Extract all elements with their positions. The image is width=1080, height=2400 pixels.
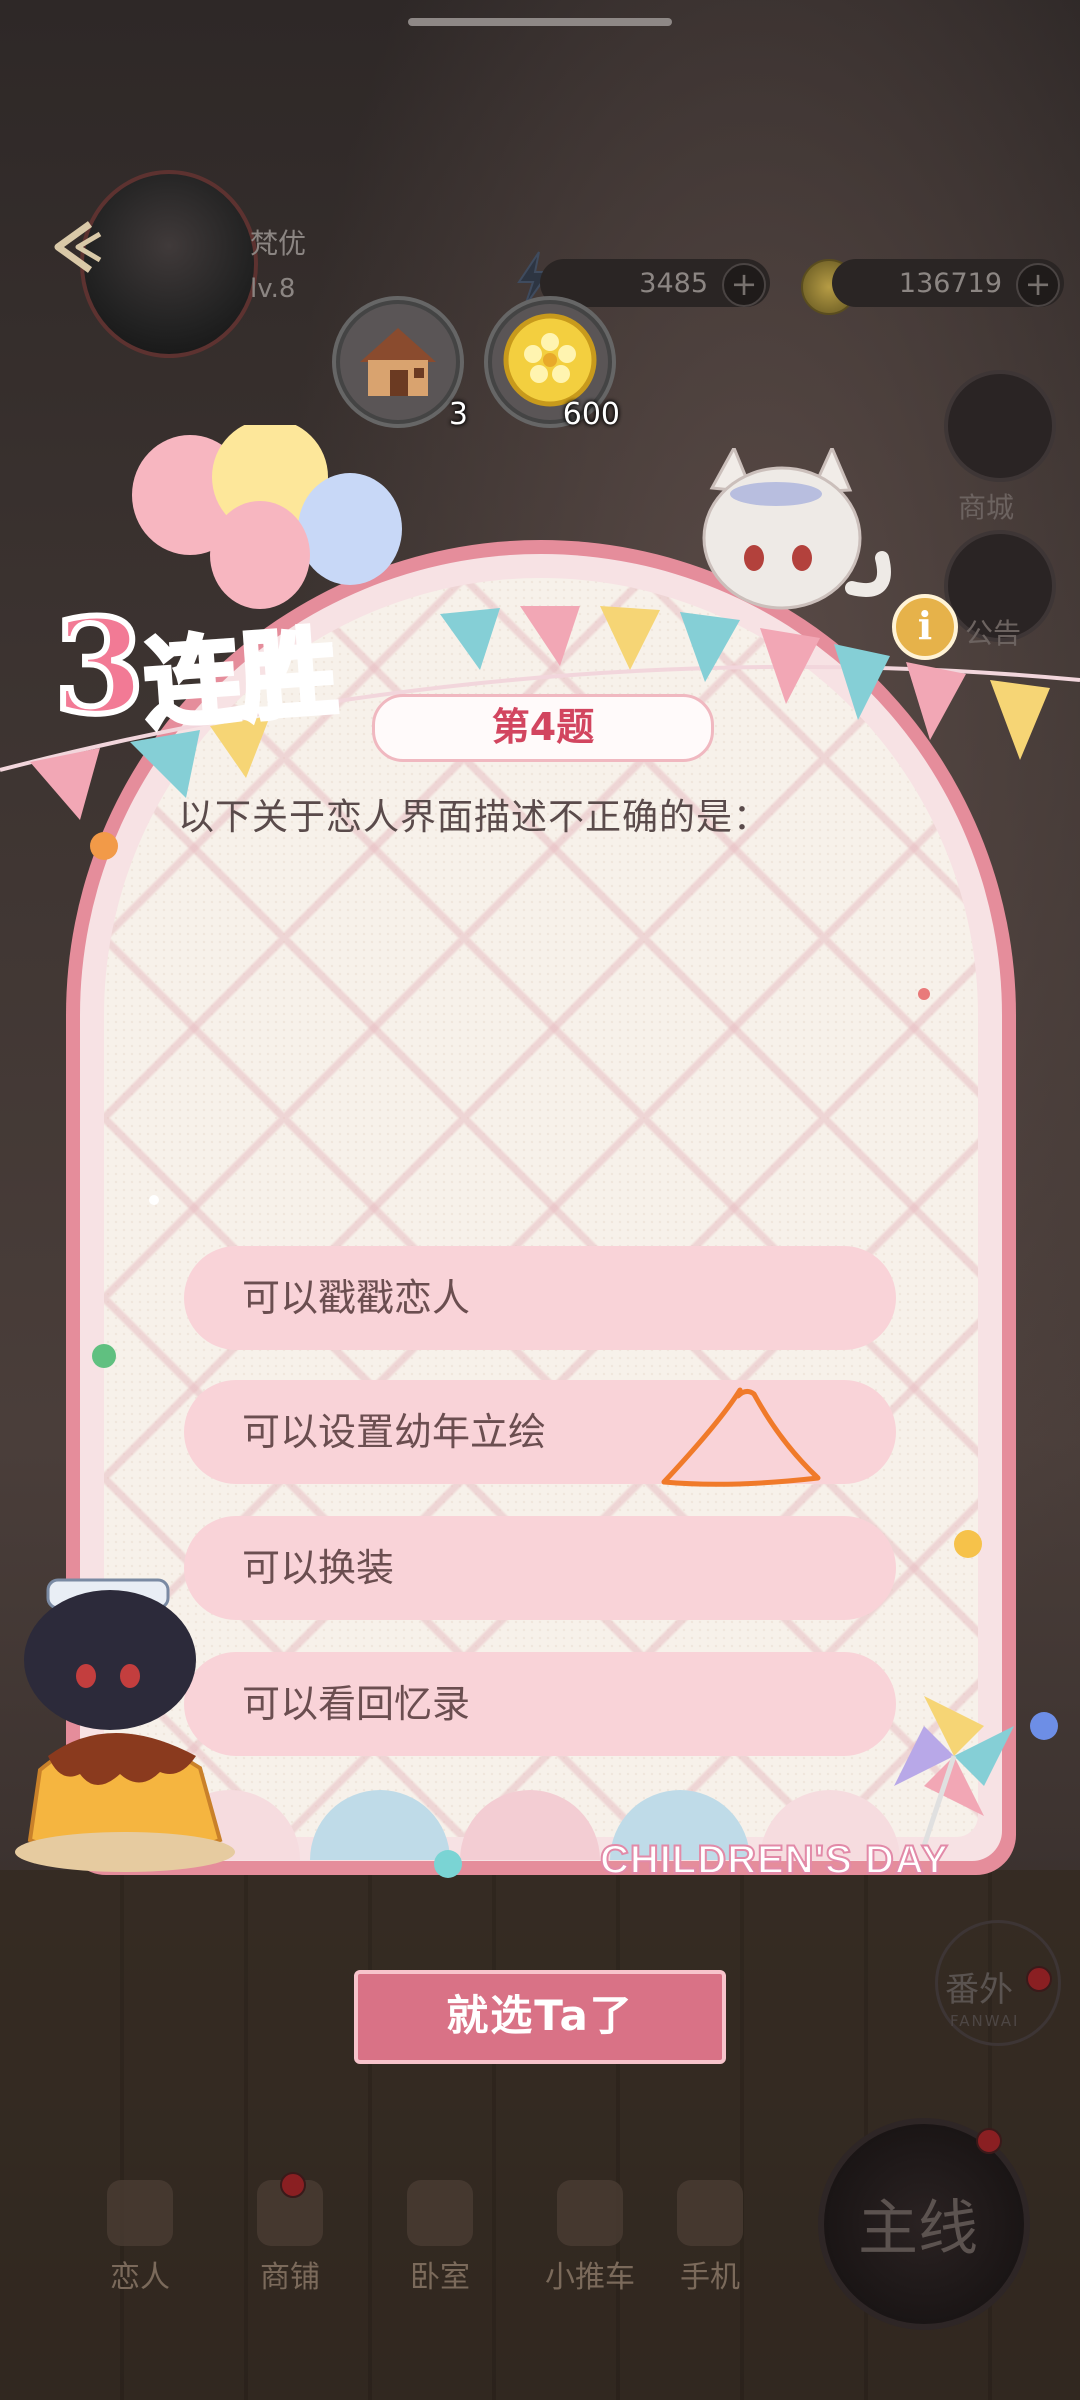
nav-cart[interactable]: 小推车 [520, 2180, 660, 2296]
confirm-answer-button[interactable]: 就选Ta了 [354, 1970, 726, 2064]
phone-icon [677, 2180, 743, 2246]
nav-phone[interactable]: 手机 [660, 2180, 760, 2296]
nav-bedroom[interactable]: 卧室 [390, 2180, 490, 2296]
nav-cart-label: 小推车 [545, 2260, 635, 2295]
nav-shop-label: 商铺 [260, 2260, 320, 2295]
hamster-icon [407, 2180, 473, 2246]
nav-lover-label: 恋人 [110, 2260, 170, 2295]
cart-icon [557, 2180, 623, 2246]
main-story-label: 主线 [858, 2194, 978, 2264]
main-notification-dot [976, 2128, 1002, 2154]
lover-icon [107, 2180, 173, 2246]
shop-notification-dot [280, 2172, 306, 2198]
nav-bedroom-label: 卧室 [410, 2260, 470, 2295]
bottom-navigation: 恋人 商铺 卧室 小推车 手机 [80, 2172, 780, 2295]
nav-phone-label: 手机 [680, 2260, 740, 2295]
extra-story-label: 番外 [945, 1970, 1013, 2010]
nav-lover[interactable]: 恋人 [90, 2180, 190, 2296]
extra-story-sub: FANWAI [950, 2012, 1020, 2030]
extra-notification-dot [1026, 1966, 1052, 1992]
